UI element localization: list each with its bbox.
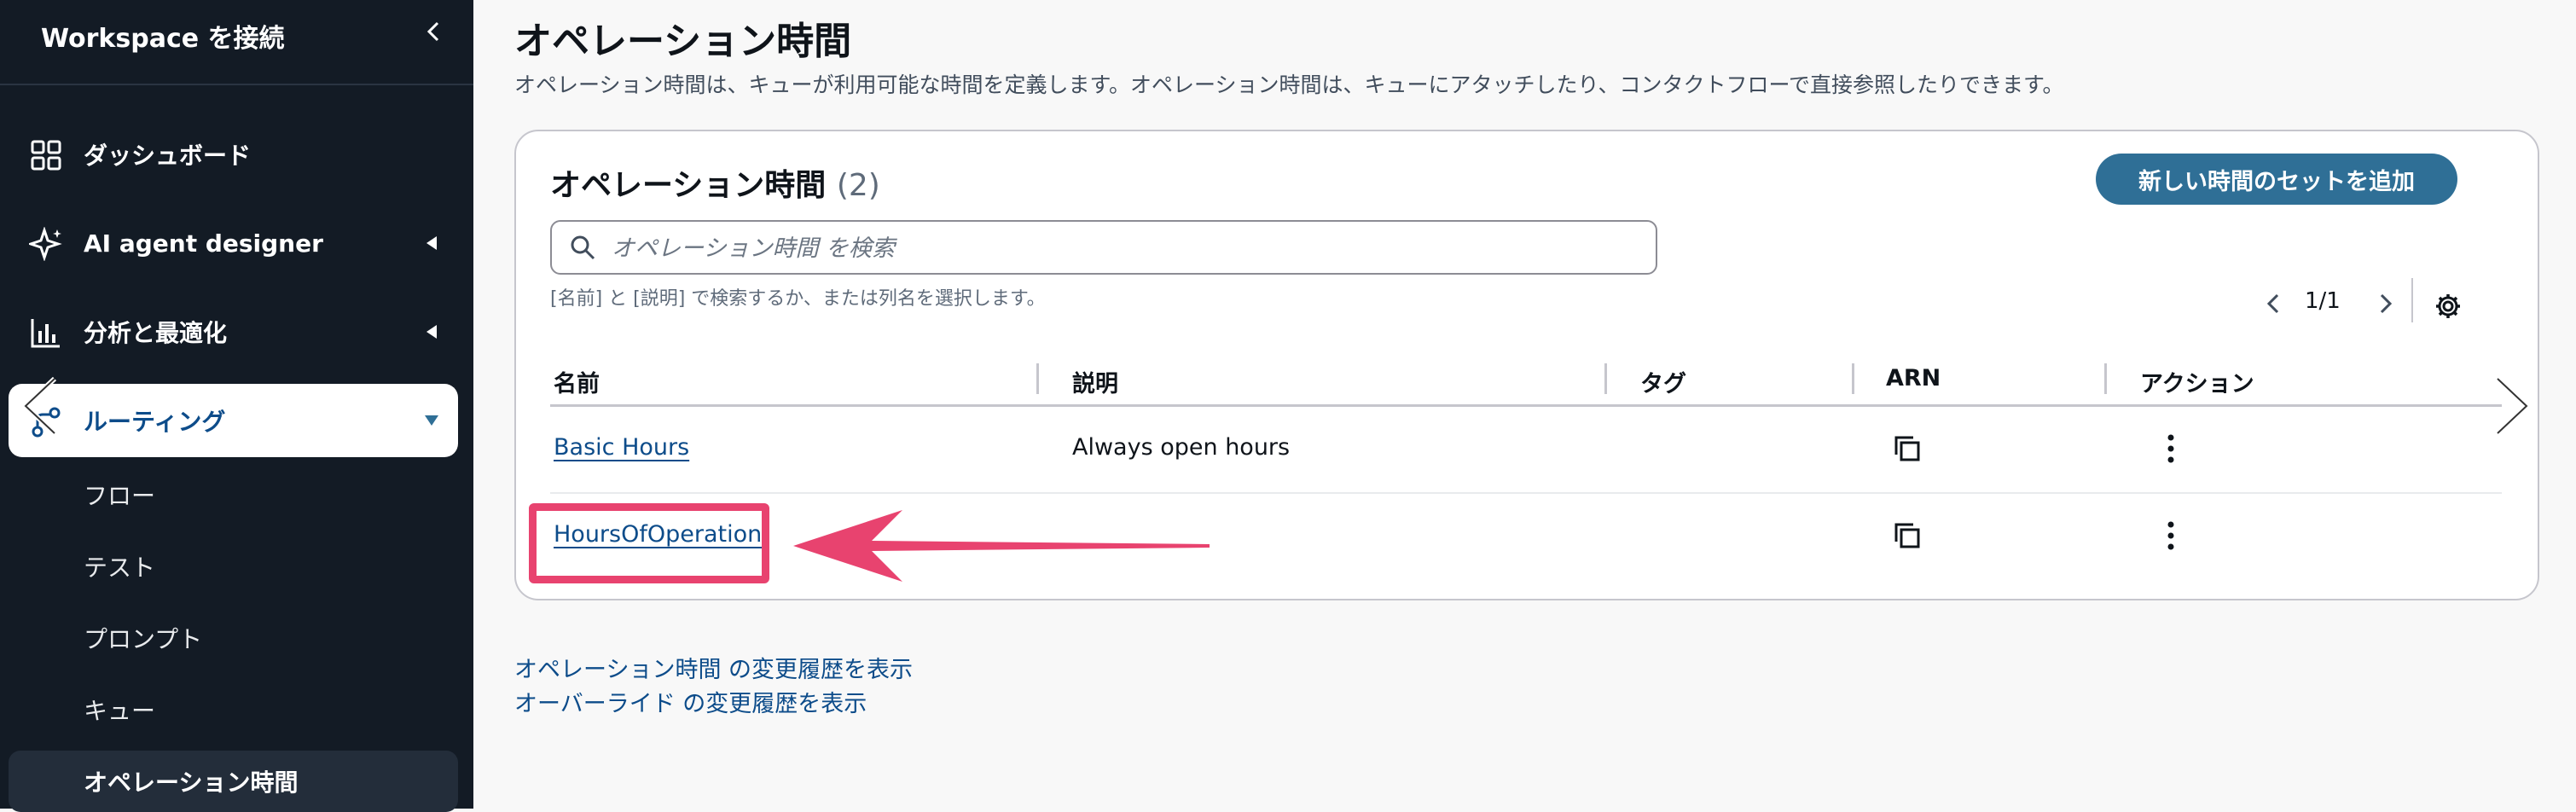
annotation-arrow-icon xyxy=(793,510,1210,582)
column-header-arn[interactable]: ARN xyxy=(1886,365,1941,392)
more-actions-icon[interactable] xyxy=(2166,432,2176,465)
gear-icon[interactable] xyxy=(2434,292,2463,321)
table-row: Basic Hours Always open hours xyxy=(550,407,2502,494)
card-title-text: オペレーション時間 xyxy=(550,168,827,203)
sidebar-header: Workspace を接続 xyxy=(0,0,473,85)
page-title: オペレーション時間 xyxy=(514,20,852,63)
annotation-highlight-box xyxy=(529,503,769,583)
hours-description: Always open hours xyxy=(1072,434,1291,461)
column-header-name[interactable]: 名前 xyxy=(554,365,600,398)
bar-chart-icon xyxy=(31,319,60,348)
sub-item-test[interactable]: テスト xyxy=(84,549,155,583)
column-resizer[interactable] xyxy=(1604,363,1607,394)
column-resizer[interactable] xyxy=(1036,363,1039,394)
page-number[interactable]: 1/1 xyxy=(2305,288,2341,314)
caret-left-icon xyxy=(426,325,437,339)
nav-label: AI agent designer xyxy=(84,229,323,258)
card-title: オペレーション時間 (2) xyxy=(550,160,880,205)
add-hours-button[interactable]: 新しい時間のセットを追加 xyxy=(2096,154,2457,205)
chevron-left-icon[interactable] xyxy=(421,19,447,44)
main-content: オペレーション時間 オペレーション時間は、キューが利用可能な時間を定義します。オ… xyxy=(473,0,2576,809)
chevron-left-icon[interactable] xyxy=(2260,290,2288,317)
column-header-tags[interactable]: タグ xyxy=(1640,365,1686,398)
copy-icon[interactable] xyxy=(1891,432,1923,465)
sub-item-queue[interactable]: キュー xyxy=(84,693,155,727)
nav-item-routing[interactable]: ルーティング xyxy=(9,384,458,457)
sub-item-flow[interactable]: フロー xyxy=(84,478,155,512)
sparkle-icon xyxy=(29,227,62,261)
caret-left-icon xyxy=(426,236,437,250)
nav-label: ダッシュボード xyxy=(84,142,252,170)
column-header-description[interactable]: 説明 xyxy=(1072,365,1118,398)
search-box xyxy=(550,220,1657,275)
hours-history-link[interactable]: オペレーション時間 の変更履歴を表示 xyxy=(514,653,913,687)
column-resizer[interactable] xyxy=(2104,363,2107,394)
nav-item-ai-agent-designer[interactable]: AI agent designer xyxy=(9,206,458,280)
nav-label: 分析と最適化 xyxy=(84,319,228,347)
nav-item-analytics[interactable]: 分析と最適化 xyxy=(9,295,458,368)
nav-label: ルーティング xyxy=(84,408,226,436)
page-description: オペレーション時間は、キューが利用可能な時間を定義します。オペレーション時間は、… xyxy=(514,72,2064,97)
column-header-actions[interactable]: アクション xyxy=(2140,365,2254,398)
sub-item-prompt[interactable]: プロンプト xyxy=(84,621,202,655)
dashboard-icon xyxy=(31,140,61,171)
search-hint: [名前] と [説明] で検索するか、または列名を選択します。 xyxy=(550,288,1046,310)
nav-item-dashboard[interactable]: ダッシュボード xyxy=(9,118,458,191)
sidebar: Workspace を接続 ダッシュボード AI agent designer … xyxy=(0,0,473,812)
carousel-next-icon[interactable] xyxy=(2491,375,2533,437)
copy-icon[interactable] xyxy=(1891,519,1923,552)
more-actions-icon[interactable] xyxy=(2166,519,2176,552)
table-header: 名前 説明 タグ ARN アクション xyxy=(550,360,2502,407)
card-count: (2) xyxy=(836,168,880,203)
search-icon xyxy=(571,235,595,260)
pager-divider xyxy=(2411,278,2413,322)
workspace-title: Workspace を接続 xyxy=(41,24,285,54)
hours-name-link[interactable]: Basic Hours xyxy=(554,434,689,461)
caret-down-icon xyxy=(425,415,438,426)
history-links: オペレーション時間 の変更履歴を表示 オーバーライド の変更履歴を表示 xyxy=(514,653,913,722)
override-history-link[interactable]: オーバーライド の変更履歴を表示 xyxy=(514,687,913,722)
carousel-prev-icon[interactable] xyxy=(19,375,61,437)
search-input[interactable] xyxy=(610,222,1637,275)
sub-item-hours-label: オペレーション時間 xyxy=(84,768,299,797)
chevron-right-icon[interactable] xyxy=(2371,290,2399,317)
column-resizer[interactable] xyxy=(1852,363,1854,394)
